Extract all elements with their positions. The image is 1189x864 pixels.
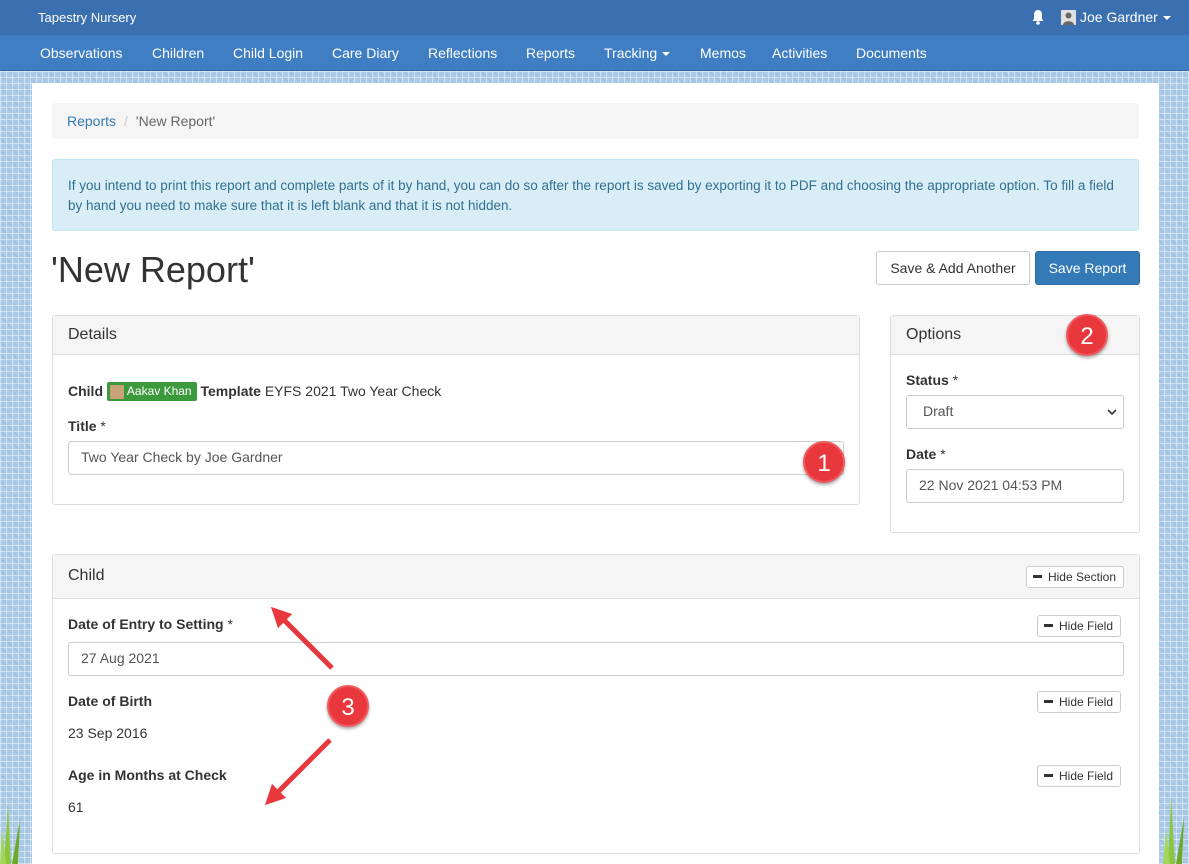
- minus-icon: [1032, 575, 1042, 579]
- date-label-row: Date *: [906, 446, 946, 462]
- nav-tracking-label: Tracking: [604, 45, 658, 61]
- minus-icon: [1044, 700, 1053, 704]
- title-label: Title: [68, 418, 97, 434]
- details-heading: Details: [53, 316, 859, 355]
- annotation-marker-2: 2: [1066, 314, 1108, 356]
- dob-value: 23 Sep 2016: [68, 725, 148, 741]
- hide-section-label: Hide Section: [1047, 570, 1116, 584]
- save-report-button[interactable]: Save Report: [1035, 251, 1140, 285]
- chevron-down-icon: [662, 52, 671, 57]
- grass-decoration: [0, 804, 20, 864]
- child-section-panel: Child Hide Section Date of Entry to Sett…: [52, 554, 1140, 854]
- annotation-marker-3: 3: [327, 685, 369, 727]
- child-template-row: Child Aakav Khan Template EYFS 2021 Two …: [68, 382, 442, 402]
- nav-children[interactable]: Children: [152, 45, 204, 61]
- entry-date-input[interactable]: 27 Aug 2021: [68, 642, 1124, 676]
- breadcrumb: Reports / 'New Report': [52, 103, 1139, 139]
- template-value: EYFS 2021 Two Year Check: [264, 383, 442, 400]
- app-brand[interactable]: Tapestry Nursery: [38, 10, 136, 25]
- hide-field-label: Hide Field: [1059, 695, 1114, 709]
- info-alert-text: If you intend to print this report and c…: [68, 178, 1114, 213]
- date-label: Date: [906, 446, 937, 462]
- nav-child-login[interactable]: Child Login: [233, 45, 303, 61]
- date-input[interactable]: 22 Nov 2021 04:53 PM: [906, 469, 1124, 503]
- hide-field-label: Hide Field: [1059, 619, 1114, 633]
- hide-field-button[interactable]: Hide Field: [1037, 691, 1122, 713]
- child-label: Child: [68, 383, 103, 400]
- age-months-label: Age in Months at Check: [68, 767, 227, 783]
- title-input[interactable]: Two Year Check by Joe Gardner: [68, 441, 844, 475]
- chevron-down-icon: [1107, 409, 1117, 416]
- save-add-another-button[interactable]: Save & Add Another: [876, 251, 1030, 285]
- status-label-row: Status *: [906, 372, 958, 388]
- chevron-down-icon: [1162, 16, 1171, 21]
- user-menu[interactable]: Joe Gardner: [1080, 9, 1171, 25]
- template-label: Template: [200, 383, 261, 400]
- hide-section-button[interactable]: Hide Section: [1025, 566, 1124, 588]
- hide-field-button[interactable]: Hide Field: [1037, 615, 1122, 637]
- nav-documents[interactable]: Documents: [856, 45, 927, 61]
- hide-field-button[interactable]: Hide Field: [1037, 765, 1122, 787]
- required-mark: *: [100, 418, 106, 434]
- breadcrumb-separator: /: [124, 113, 128, 129]
- required-mark: *: [940, 446, 946, 462]
- main-content: Reports / 'New Report' If you intend to pr…: [32, 83, 1159, 864]
- required-mark: *: [952, 372, 959, 388]
- breadcrumb-current: 'New Report': [135, 113, 216, 129]
- child-name: Aakav Khan: [126, 384, 192, 398]
- entry-date-label: Date of Entry to Setting: [68, 616, 224, 632]
- breadcrumb-reports-link[interactable]: Reports: [67, 113, 116, 129]
- entry-date-label-row: Date of Entry to Setting *: [68, 616, 233, 632]
- info-alert: If you intend to print this report and c…: [52, 159, 1139, 231]
- main-nav: Observations Children Child Login Care D…: [0, 35, 1189, 71]
- page-title: 'New Report': [51, 249, 255, 290]
- user-avatar[interactable]: [1061, 10, 1076, 25]
- nav-reports[interactable]: Reports: [526, 45, 575, 61]
- minus-icon: [1044, 774, 1053, 778]
- title-label-row: Title *: [68, 418, 106, 434]
- status-select[interactable]: Draft: [906, 395, 1124, 429]
- nav-observations[interactable]: Observations: [40, 45, 122, 61]
- status-label: Status: [906, 372, 949, 388]
- user-name: Joe Gardner: [1080, 9, 1158, 25]
- status-value: Draft: [923, 403, 954, 419]
- nav-care-diary[interactable]: Care Diary: [332, 45, 399, 61]
- hide-field-label: Hide Field: [1059, 769, 1114, 783]
- annotation-marker-1: 1: [803, 441, 845, 483]
- child-section-title: Child: [68, 567, 105, 584]
- minus-icon: [1044, 624, 1053, 628]
- bell-icon[interactable]: [1031, 9, 1045, 25]
- details-panel: Details Child Aakav Khan Template EYFS 2…: [52, 315, 860, 505]
- child-section-heading: Child Hide Section: [53, 555, 1139, 599]
- dob-label: Date of Birth: [68, 693, 152, 709]
- nav-tracking[interactable]: Tracking: [604, 45, 671, 61]
- required-mark: *: [227, 616, 233, 632]
- nav-memos[interactable]: Memos: [700, 45, 746, 61]
- top-bar: Tapestry Nursery Joe Gardner: [0, 0, 1189, 35]
- nav-activities[interactable]: Activities: [772, 45, 827, 61]
- child-photo-icon: [109, 384, 124, 399]
- grass-decoration: [1163, 797, 1184, 864]
- age-months-value: 61: [68, 799, 84, 815]
- nav-reflections[interactable]: Reflections: [428, 45, 497, 61]
- child-badge[interactable]: Aakav Khan: [106, 382, 197, 401]
